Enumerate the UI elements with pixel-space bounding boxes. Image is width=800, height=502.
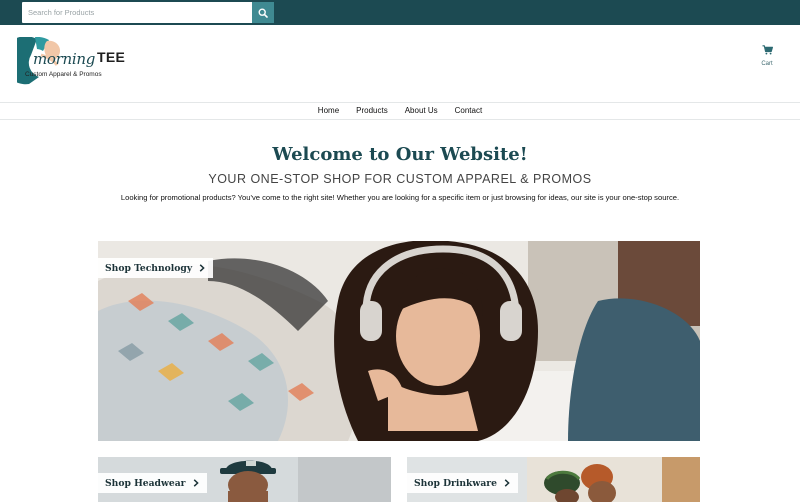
search-icon — [258, 7, 268, 18]
cart-link[interactable]: Cart — [755, 42, 779, 67]
nav-home[interactable]: Home — [318, 103, 339, 119]
tile-shop-technology[interactable]: Shop Technology — [98, 241, 700, 441]
nav-about-us[interactable]: About Us — [405, 103, 438, 119]
cart-icon — [762, 45, 773, 55]
search-button[interactable] — [252, 2, 274, 23]
shop-technology-label[interactable]: Shop Technology — [98, 258, 214, 278]
shop-technology-text: Shop Technology — [105, 262, 193, 274]
main-nav: Home Products About Us Contact — [0, 102, 800, 120]
shop-drinkware-label[interactable]: Shop Drinkware — [407, 473, 518, 493]
brand-name-bold: TEE — [97, 49, 126, 65]
brand-logo[interactable]: morning TEE Custom Apparel & Promos — [17, 37, 132, 89]
intro-text: Looking for promotional products? You've… — [120, 193, 680, 202]
shop-headwear-text: Shop Headwear — [105, 477, 186, 489]
page-subtitle: YOUR ONE-STOP SHOP FOR CUSTOM APPAREL & … — [208, 172, 592, 186]
search-form — [22, 2, 274, 23]
page-title: Welcome to Our Website! — [272, 144, 528, 165]
nav-products[interactable]: Products — [356, 103, 388, 119]
shop-headwear-label[interactable]: Shop Headwear — [98, 473, 207, 493]
site-header: morning TEE Custom Apparel & Promos Cart — [0, 25, 800, 102]
tile-shop-drinkware[interactable]: Shop Drinkware — [407, 457, 700, 502]
shop-drinkware-text: Shop Drinkware — [414, 477, 497, 489]
top-bar — [0, 0, 800, 25]
chevron-right-icon — [199, 264, 205, 272]
chevron-right-icon — [193, 479, 199, 487]
brand-tagline: Custom Apparel & Promos — [25, 71, 102, 78]
tile-shop-headwear[interactable]: Shop Headwear — [98, 457, 391, 502]
search-input[interactable] — [22, 2, 252, 23]
nav-contact[interactable]: Contact — [455, 103, 483, 119]
cart-label: Cart — [761, 61, 773, 67]
brand-name-script: morning — [33, 50, 96, 68]
chevron-right-icon — [504, 479, 510, 487]
